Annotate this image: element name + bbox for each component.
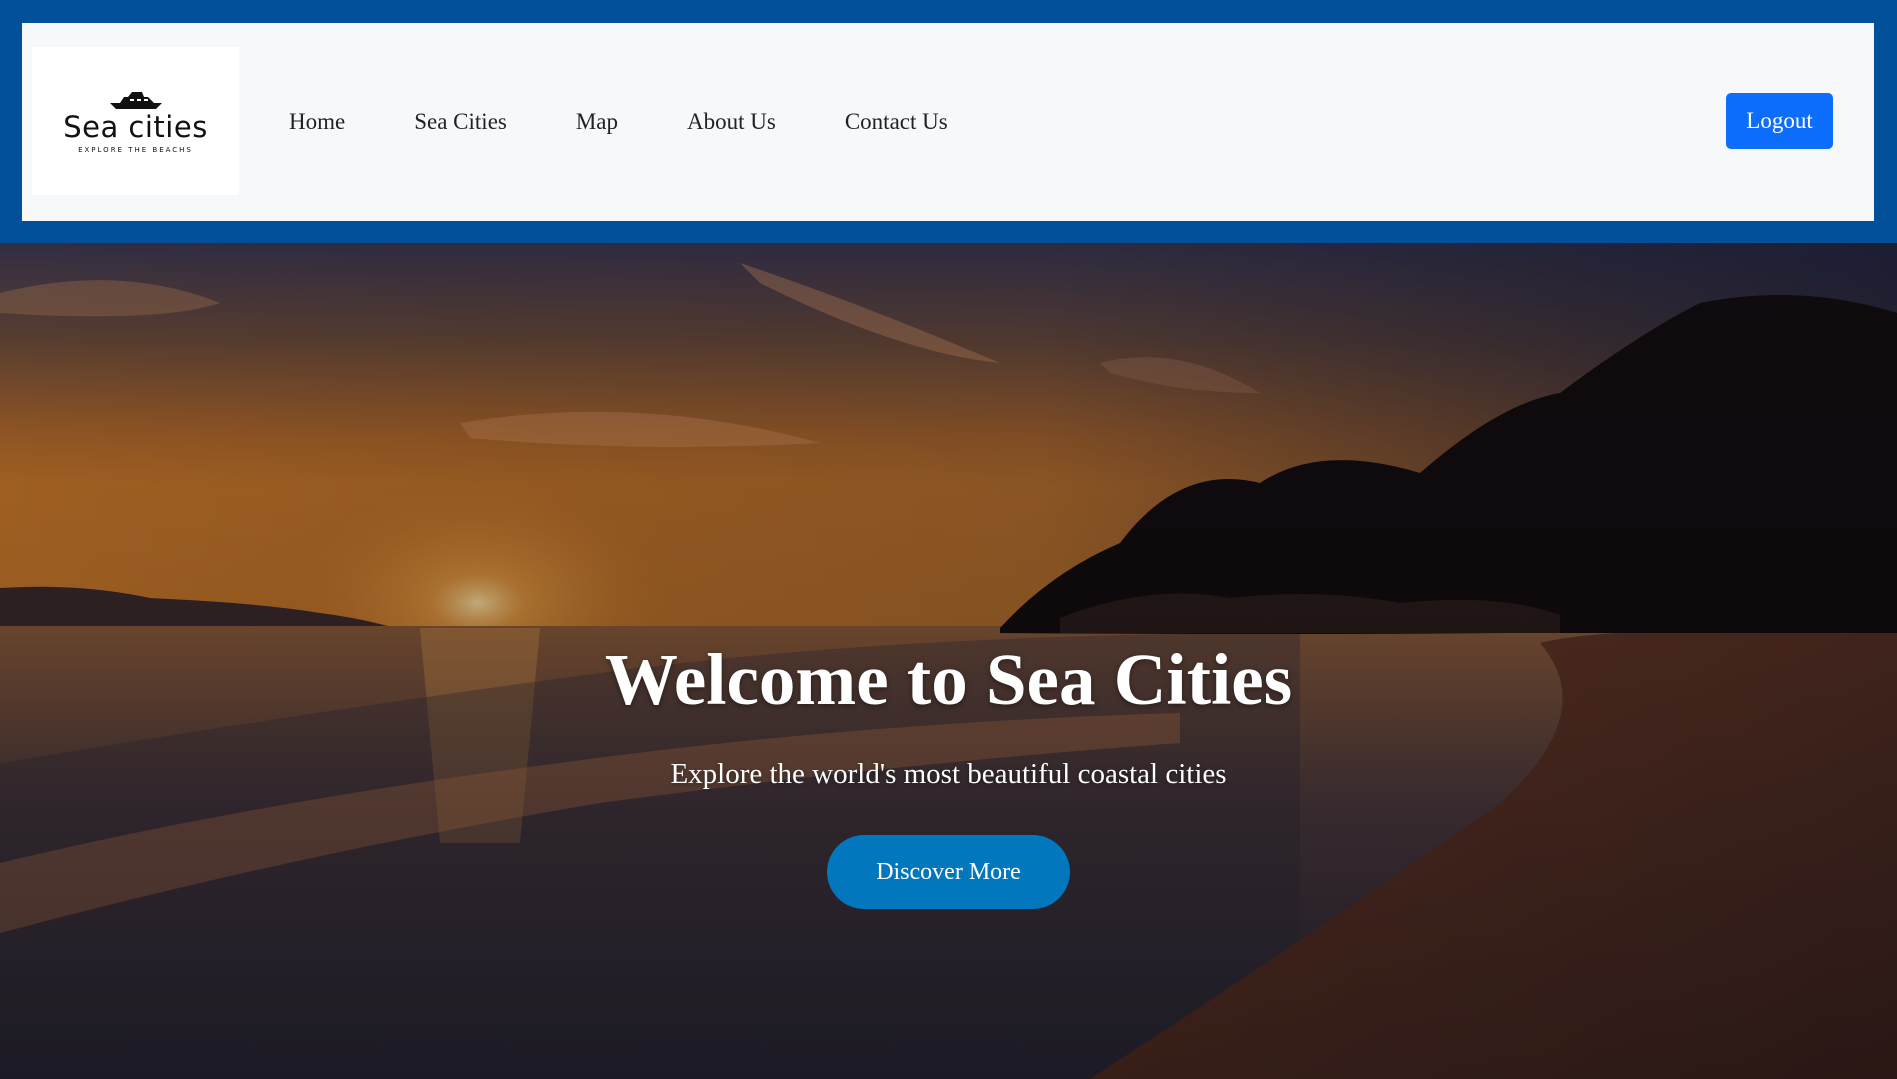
brand-name: Sea cities (63, 109, 208, 144)
nav-link-map[interactable]: Map (576, 109, 618, 135)
nav-link-contact-us[interactable]: Contact Us (845, 109, 948, 135)
nav-link-home[interactable]: Home (289, 109, 345, 135)
hero-content: Welcome to Sea Cities Explore the world'… (0, 243, 1897, 1079)
logout-button[interactable]: Logout (1726, 93, 1833, 149)
navbar: Sea cities EXPLORE THE BEACHS Home Sea C… (22, 23, 1874, 221)
yacht-icon (109, 91, 162, 109)
discover-more-button[interactable]: Discover More (827, 835, 1070, 909)
hero-subtitle: Explore the world's most beautiful coast… (670, 758, 1227, 790)
header-frame: Sea cities EXPLORE THE BEACHS Home Sea C… (0, 0, 1897, 243)
nav-link-sea-cities[interactable]: Sea Cities (414, 109, 507, 135)
nav-links: Home Sea Cities Map About Us Contact Us (289, 23, 1017, 221)
brand-logo[interactable]: Sea cities EXPLORE THE BEACHS (32, 47, 239, 195)
nav-link-about-us[interactable]: About Us (687, 109, 776, 135)
hero-title: Welcome to Sea Cities (604, 639, 1293, 720)
hero-section: Welcome to Sea Cities Explore the world'… (0, 243, 1897, 1079)
brand-tagline: EXPLORE THE BEACHS (78, 145, 193, 154)
